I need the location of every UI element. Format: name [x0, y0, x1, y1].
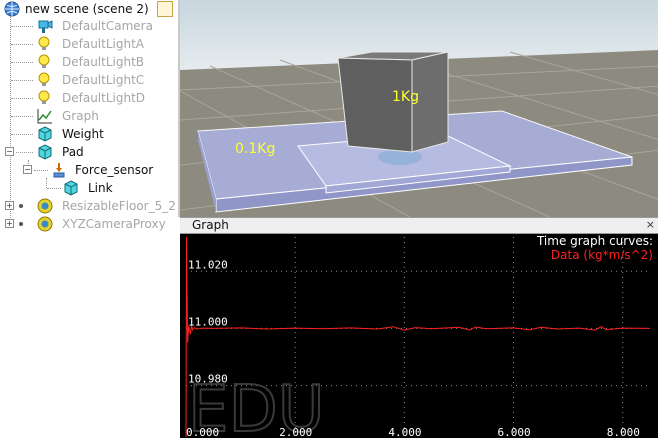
- hierarchy-item-graph[interactable]: Graph: [0, 107, 178, 125]
- x-tick-label: 0.000: [186, 426, 219, 438]
- model-icon: [37, 216, 53, 232]
- x-tick-label: 4.000: [388, 426, 421, 438]
- collapse-toggle[interactable]: −: [5, 147, 14, 156]
- pad-mass-label: 0.1Kg: [235, 141, 275, 157]
- hierarchy-item-label: XYZCameraProxy: [62, 217, 166, 231]
- expand-toggle[interactable]: +: [5, 201, 14, 210]
- model-dot-icon: [19, 204, 23, 208]
- hierarchy-item-defaultlighta[interactable]: DefaultLightA: [0, 35, 178, 53]
- weight-mass-label: 1Kg: [392, 89, 419, 105]
- light-icon: [38, 72, 50, 86]
- hierarchy-root[interactable]: new scene (scene 2): [0, 0, 178, 18]
- hierarchy-item-pad[interactable]: − Pad: [0, 143, 178, 161]
- model-dot-icon: [19, 222, 23, 226]
- hierarchy-item-label: DefaultLightC: [62, 73, 145, 87]
- light-icon: [38, 54, 50, 68]
- graph-title-bar[interactable]: Graph ×: [180, 217, 658, 234]
- scene-settings-icon[interactable]: [157, 1, 173, 17]
- globe-icon: [4, 1, 20, 17]
- scene-hierarchy[interactable]: new scene (scene 2) DefaultCamera Defaul…: [0, 0, 178, 438]
- scene-viewport[interactable]: 1Kg 0.1Kg: [178, 0, 658, 217]
- x-tick-label: 2.000: [279, 426, 312, 438]
- legend-title: Time graph curves:: [536, 234, 653, 248]
- cube-icon: [64, 180, 78, 196]
- light-icon: [38, 36, 50, 50]
- model-icon: [37, 198, 53, 214]
- hierarchy-item-label: DefaultLightB: [62, 55, 145, 69]
- y-tick-label: 11.000: [188, 315, 228, 328]
- hierarchy-item-label: Force_sensor: [75, 163, 154, 177]
- graph-window[interactable]: Graph × EDU 11.020 11.000 10.980 0.000 2.00…: [180, 217, 658, 438]
- light-icon: [38, 90, 50, 104]
- hierarchy-item-defaultlightb[interactable]: DefaultLightB: [0, 53, 178, 71]
- hierarchy-item-label: Graph: [62, 109, 99, 123]
- graph-icon: [37, 109, 52, 124]
- cube-icon: [38, 126, 52, 142]
- hierarchy-item-label: ResizableFloor_5_2: [62, 199, 176, 213]
- hierarchy-item-label: DefaultCamera: [62, 19, 153, 33]
- hierarchy-item-resizablefloor[interactable]: + ResizableFloor_5_2: [0, 197, 178, 215]
- graph-title: Graph: [192, 218, 229, 232]
- legend-series-data: Data (kg*m/s^2): [551, 248, 653, 262]
- x-tick-label: 8.000: [607, 426, 640, 438]
- y-tick-label: 10.980: [188, 373, 228, 386]
- hierarchy-item-link[interactable]: Link: [0, 179, 178, 197]
- camera-icon: [38, 20, 53, 33]
- hierarchy-item-force-sensor[interactable]: − Force_sensor: [0, 161, 178, 179]
- x-tick-label: 6.000: [498, 426, 531, 438]
- expand-toggle[interactable]: +: [5, 219, 14, 228]
- weight-front: [337, 57, 413, 153]
- hierarchy-item-defaultcamera[interactable]: DefaultCamera: [0, 17, 178, 35]
- hierarchy-item-xyzcameraproxy[interactable]: + XYZCameraProxy: [0, 215, 178, 233]
- collapse-toggle[interactable]: −: [23, 165, 32, 174]
- y-tick-label: 11.020: [188, 258, 228, 271]
- force-sensor-icon: [53, 163, 65, 178]
- close-icon[interactable]: ×: [646, 218, 655, 232]
- hierarchy-item-label: Link: [88, 181, 113, 195]
- y-tick-labels: 11.020 11.000 10.980: [188, 258, 228, 385]
- graph-plot[interactable]: EDU 11.02011.00010.980 0.000 2.000 4.000 6.…: [180, 233, 658, 438]
- hierarchy-root-label: new scene (scene 2): [25, 2, 149, 16]
- cube-icon: [38, 144, 52, 160]
- scene-render: 1Kg 0.1Kg: [180, 0, 658, 217]
- hierarchy-item-label: Weight: [62, 127, 104, 141]
- hierarchy-item-defaultlightd[interactable]: DefaultLightD: [0, 89, 178, 107]
- hierarchy-item-weight[interactable]: Weight: [0, 125, 178, 143]
- hierarchy-item-label: DefaultLightD: [62, 91, 146, 105]
- hierarchy-item-label: DefaultLightA: [62, 37, 145, 51]
- hierarchy-item-defaultlightc[interactable]: DefaultLightC: [0, 71, 178, 89]
- hierarchy-item-label: Pad: [62, 145, 84, 159]
